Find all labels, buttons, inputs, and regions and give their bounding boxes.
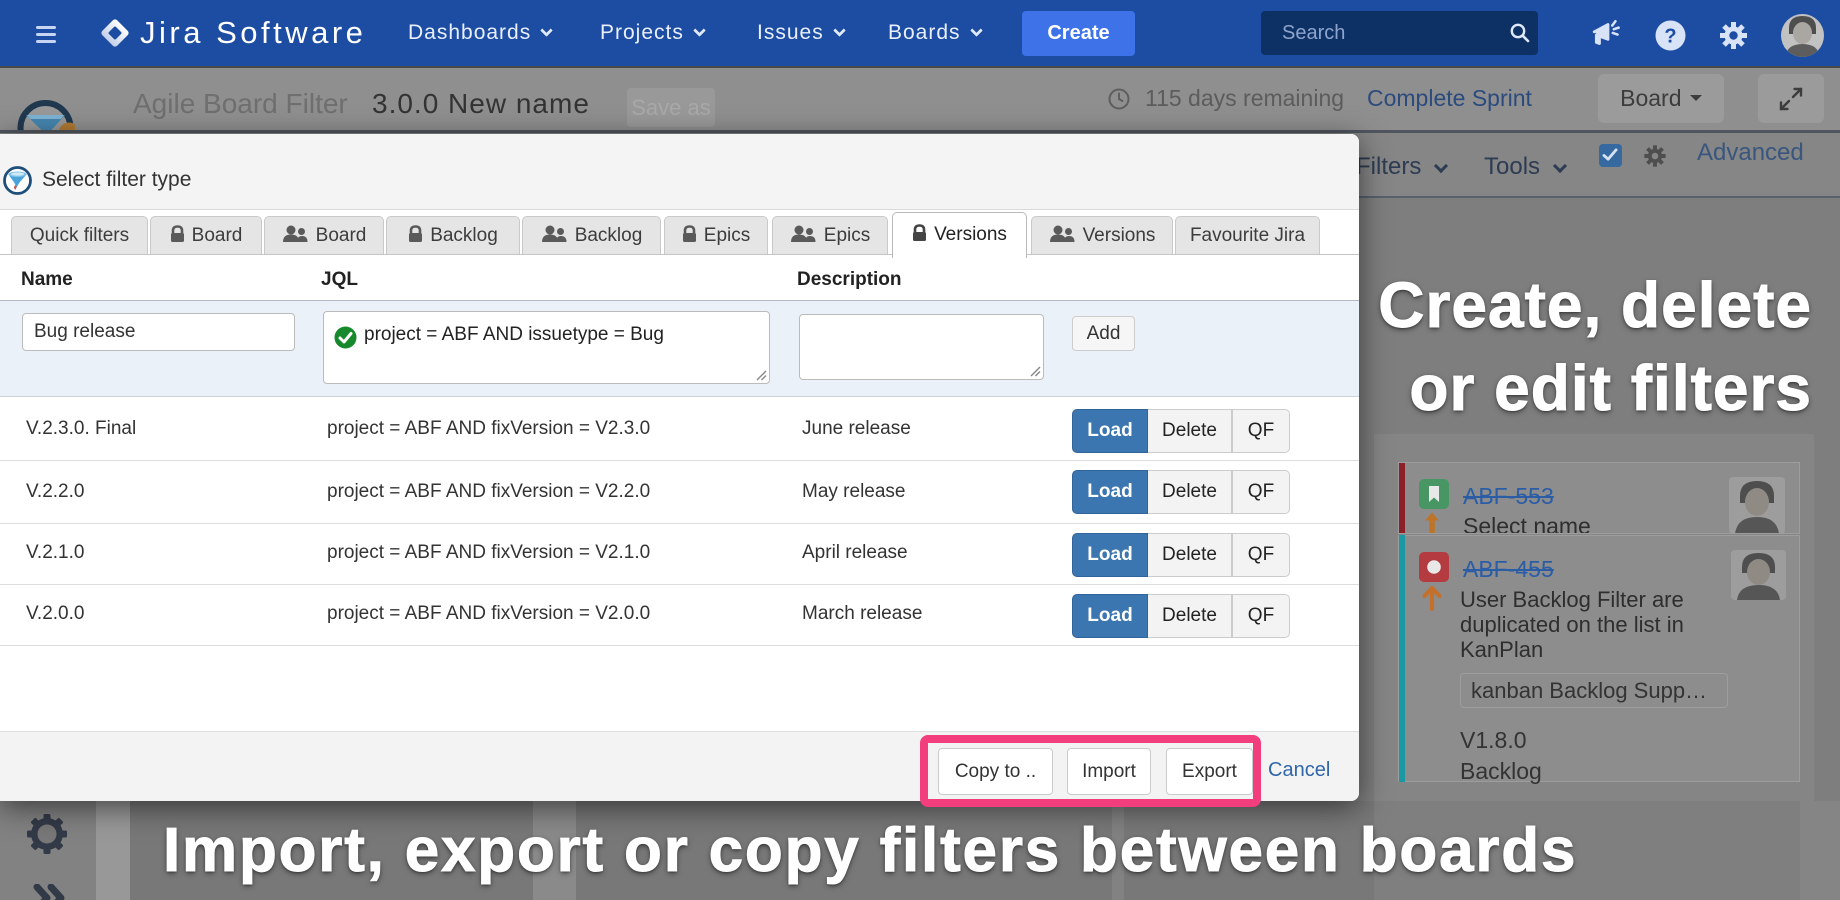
svg-text:?: ? — [1664, 26, 1676, 48]
